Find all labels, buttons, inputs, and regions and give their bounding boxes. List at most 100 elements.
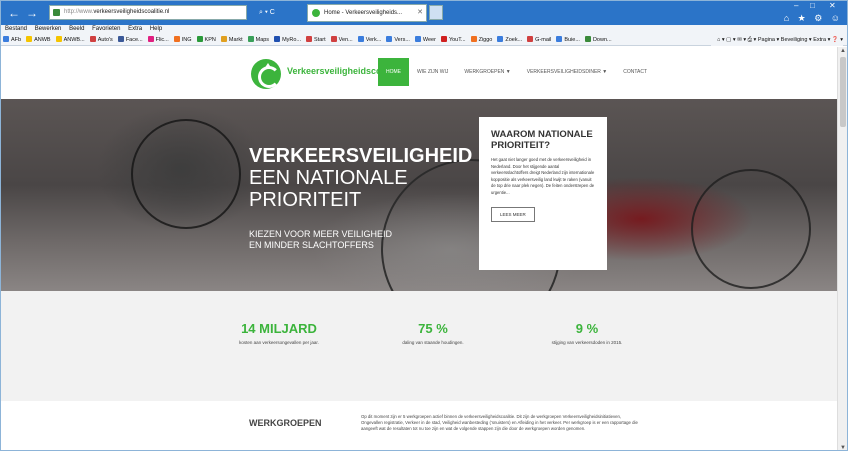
favorite-item[interactable]: Down...: [584, 34, 612, 45]
favorite-label: MyRo...: [282, 37, 302, 43]
menu-bestand[interactable]: Bestand: [5, 26, 27, 32]
browser-window: ← → http://www.verkeersveiligheidscoalit…: [0, 0, 848, 451]
stat-label: daling van staande houdingen.: [402, 340, 464, 345]
menu-bewerken[interactable]: Bewerken: [35, 26, 62, 32]
scrollbar-thumb[interactable]: [840, 57, 846, 127]
favorite-label: Ven...: [338, 37, 353, 43]
address-tools-icons[interactable]: ⌕ ▾ C: [259, 5, 275, 20]
tab-close-icon[interactable]: ✕: [417, 5, 423, 21]
favorite-label: Buie...: [564, 37, 580, 43]
read-more-button[interactable]: LEES MEER: [491, 206, 535, 222]
favorite-label: Ziggo: [478, 37, 493, 43]
nav-werkgroepen[interactable]: Werkgroepen ▼: [456, 58, 518, 86]
page-viewport: Verkeersveiligheidscoalitie Home Wie zij…: [1, 47, 839, 450]
nav-home[interactable]: Home: [378, 58, 409, 86]
favorite-item[interactable]: Verk...: [357, 34, 382, 45]
favorite-favicon-icon: [89, 36, 96, 42]
favorite-favicon-icon: [3, 36, 9, 42]
favorite-item[interactable]: Zoek...: [497, 34, 522, 45]
hero-subtitle: KIEZEN VOOR MEER VEILIGHEID EN MINDER SL…: [249, 229, 393, 250]
favorite-item[interactable]: AFb: [3, 34, 21, 45]
stat-number: 75 %: [418, 321, 448, 336]
favorite-item[interactable]: ANWB...: [55, 34, 85, 45]
nav-contact[interactable]: Contact: [615, 58, 655, 86]
favorite-item[interactable]: Flic...: [147, 34, 169, 45]
work-groups-section: WERKGROEPEN Op dit moment zijn er 5 werk…: [1, 401, 839, 450]
menu-beeld[interactable]: Beeld: [69, 26, 84, 32]
nav-verkeersveiligheidsdiner[interactable]: Verkeersveiligheidsdiner ▼: [519, 58, 616, 86]
favorite-favicon-icon: [440, 36, 447, 42]
favorite-item[interactable]: Start: [306, 34, 326, 45]
address-url-prefix: http://www.: [64, 9, 94, 15]
tab-favicon-icon: [312, 9, 320, 17]
hero-title-line2: EEN NATIONALE: [249, 167, 408, 189]
address-url-main: verkeersveiligheidscoalitie.nl: [93, 9, 170, 15]
favorite-favicon-icon: [386, 36, 393, 42]
favorite-item[interactable]: Weer: [414, 34, 436, 45]
menu-extra[interactable]: Extra: [128, 26, 142, 32]
favorite-item[interactable]: Buie...: [556, 34, 580, 45]
favorite-label: ANWB: [34, 37, 51, 43]
stats-section: 14 MILJARD kosten aan verkeersongevallen…: [1, 291, 839, 401]
nav-wie-zijn-wij[interactable]: Wie zijn wij: [409, 58, 456, 86]
favorite-favicon-icon: [414, 36, 421, 42]
favorite-label: Down...: [592, 37, 612, 43]
logo-icon[interactable]: [251, 59, 281, 89]
address-bar[interactable]: http://www.verkeersveiligheidscoalitie.n…: [49, 5, 247, 20]
why-card-body: Het gaat niet langer goed met de verkeer…: [491, 157, 595, 195]
command-bar[interactable]: ⌂ ▾ ▢ ▾ ✉ ▾ ⎙ ▾ Pagina ▾ Beveiliging ▾ E…: [711, 34, 843, 46]
maximize-icon[interactable]: □: [810, 1, 815, 11]
favorite-item[interactable]: MyRo...: [274, 34, 302, 45]
work-groups-title: WERKGROEPEN: [249, 418, 322, 428]
new-tab-button[interactable]: [429, 5, 443, 20]
close-window-icon[interactable]: ✕: [829, 1, 836, 11]
minimize-icon[interactable]: –: [794, 1, 798, 11]
car-wheel-image: [131, 119, 241, 229]
favorite-label: Face...: [125, 37, 143, 43]
favorite-label: YouT...: [448, 37, 466, 43]
scroll-down-icon[interactable]: ▼: [838, 444, 847, 450]
favorite-label: ING: [181, 37, 192, 43]
stat-number: 9 %: [575, 321, 599, 336]
favorite-item[interactable]: Vers...: [386, 34, 410, 45]
work-groups-text: Op dit moment zijn er 5 werkgroepen acti…: [361, 414, 638, 432]
favorite-item[interactable]: ING: [173, 34, 192, 45]
favorite-item[interactable]: YouT...: [440, 34, 466, 45]
car-wheel-image: [691, 169, 811, 289]
page-scrollbar[interactable]: ▲ ▼: [837, 47, 847, 450]
favorite-label: G-mail: [535, 37, 552, 43]
favorite-label: Start: [314, 37, 326, 43]
favorite-item[interactable]: Ven...: [330, 34, 353, 45]
toolbar-icons[interactable]: ⌂ ★ ⚙ ☺: [784, 13, 843, 24]
favorite-favicon-icon: [584, 36, 591, 42]
favorite-item[interactable]: G-mail: [527, 34, 552, 45]
favorite-favicon-icon: [247, 36, 254, 42]
favorite-item[interactable]: ANWB: [26, 34, 51, 45]
favorite-item[interactable]: Markt: [220, 34, 243, 45]
hero-banner: VERKEERSVEILIGHEID EEN NATIONALE PRIORIT…: [1, 99, 839, 291]
back-arrow-icon[interactable]: ←: [7, 6, 21, 20]
site-header: Verkeersveiligheidscoalitie Home Wie zij…: [1, 47, 839, 99]
stat-item: 75 % daling van staande houdingen.: [363, 321, 503, 345]
stat-item: 14 MILJARD kosten aan verkeersongevallen…: [209, 321, 349, 345]
main-nav: Home Wie zijn wij Werkgroepen ▼ Verkeers…: [378, 58, 655, 86]
why-card-title: WAAROM NATIONALE PRIORITEIT?: [491, 129, 593, 151]
scroll-up-icon[interactable]: ▲: [838, 47, 847, 55]
menu-favorieten[interactable]: Favorieten: [92, 26, 120, 32]
favorite-label: Markt: [228, 37, 243, 43]
hero-title-line1: VERKEERSVEILIGHEID: [249, 145, 473, 167]
forward-arrow-icon[interactable]: →: [25, 6, 39, 20]
favorite-item[interactable]: Auto's: [89, 34, 113, 45]
favorite-label: Verk...: [365, 37, 382, 43]
favorite-favicon-icon: [117, 36, 124, 42]
favorite-item[interactable]: Maps: [247, 34, 269, 45]
favorite-item[interactable]: KPN: [196, 34, 216, 45]
tab-title: Home - Verkeersveiligheids...: [324, 10, 403, 16]
favorite-label: Vers...: [394, 37, 410, 43]
menu-help[interactable]: Help: [150, 26, 162, 32]
favorite-item[interactable]: Ziggo: [470, 34, 493, 45]
favorite-favicon-icon: [470, 36, 477, 42]
favorite-label: Auto's: [97, 37, 113, 43]
favorite-item[interactable]: Face...: [117, 34, 143, 45]
browser-tab[interactable]: Home - Verkeersveiligheids... ✕: [307, 4, 427, 22]
